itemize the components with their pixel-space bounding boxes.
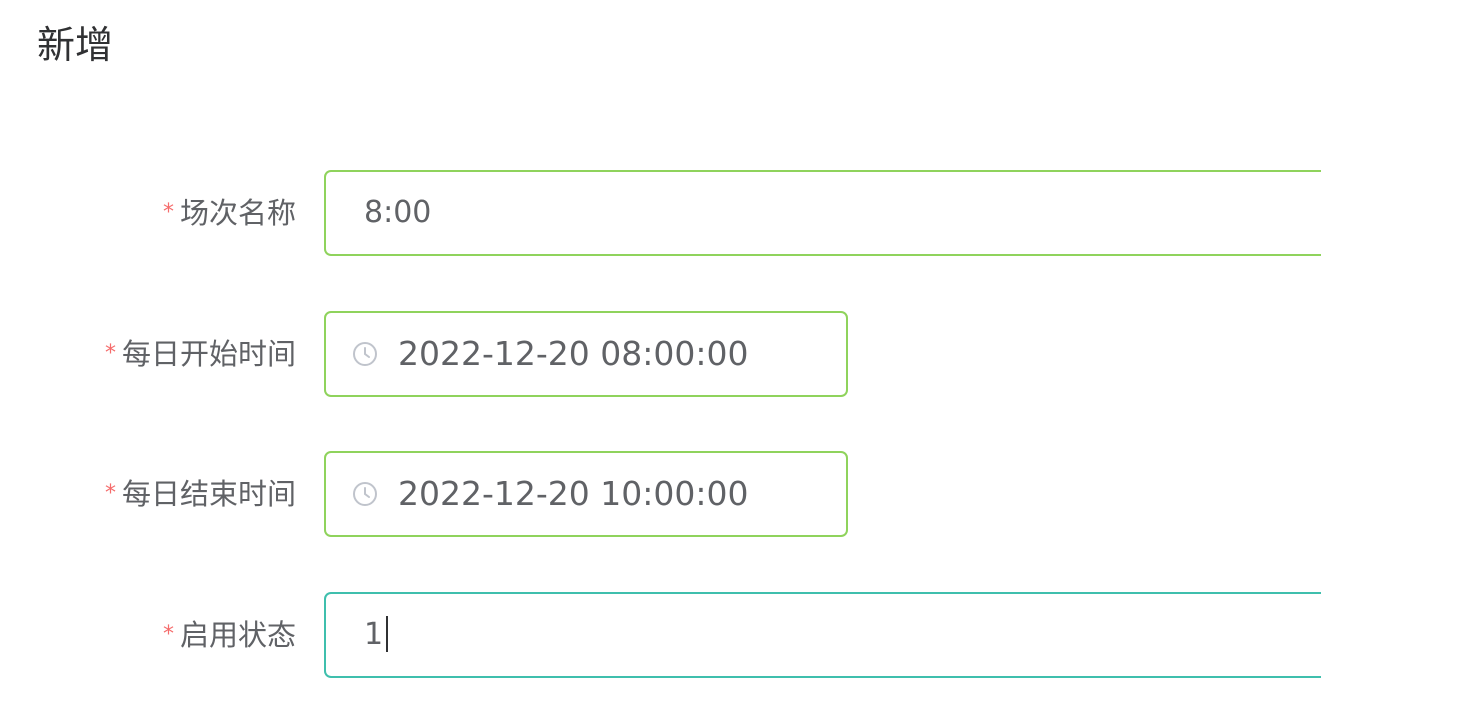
session-name-label-text: 场次名称 — [179, 196, 296, 230]
enabled-status-label-text: 启用状态 — [179, 618, 296, 652]
daily-start-time-picker[interactable]: 2022-12-20 08:00:00 — [324, 311, 848, 397]
session-name-input[interactable]: 8:00 — [324, 170, 1446, 256]
form-item-daily-end-time: * 每日结束时间 2022-12-20 10:00:00 — [0, 451, 1459, 537]
enabled-status-value: 1 — [364, 617, 384, 652]
enabled-status-label: * 启用状态 — [163, 592, 296, 678]
clock-icon — [353, 342, 377, 366]
daily-end-time-picker[interactable]: 2022-12-20 10:00:00 — [324, 451, 848, 537]
clock-icon — [353, 482, 377, 506]
daily-start-time-label: * 每日开始时间 — [105, 311, 296, 397]
daily-end-time-label-text: 每日结束时间 — [121, 477, 296, 511]
enabled-status-input[interactable]: 1 — [324, 592, 1446, 678]
add-dialog: 新增 * 场次名称 8:00 * 每日开始时间 2022-12-20 08:00:0… — [0, 0, 1459, 704]
daily-start-time-label-text: 每日开始时间 — [121, 337, 296, 371]
form-item-session-name: * 场次名称 8:00 — [0, 170, 1459, 256]
session-name-value: 8:00 — [364, 195, 432, 230]
daily-start-time-value: 2022-12-20 08:00:00 — [398, 334, 749, 373]
clip-region — [1321, 0, 1459, 704]
dialog-title: 新增 — [37, 23, 114, 67]
required-mark: * — [104, 481, 116, 506]
required-mark: * — [104, 341, 116, 366]
daily-end-time-value: 2022-12-20 10:00:00 — [398, 474, 749, 513]
enabled-status-value-wrap: 1 — [364, 594, 389, 676]
required-mark: * — [162, 622, 174, 647]
text-caret — [386, 615, 389, 652]
form-item-daily-start-time: * 每日开始时间 2022-12-20 08:00:00 — [0, 311, 1459, 397]
form-item-enabled-status: * 启用状态 1 — [0, 592, 1459, 678]
session-name-label: * 场次名称 — [163, 170, 296, 256]
required-mark: * — [162, 200, 174, 225]
daily-end-time-label: * 每日结束时间 — [105, 451, 296, 537]
